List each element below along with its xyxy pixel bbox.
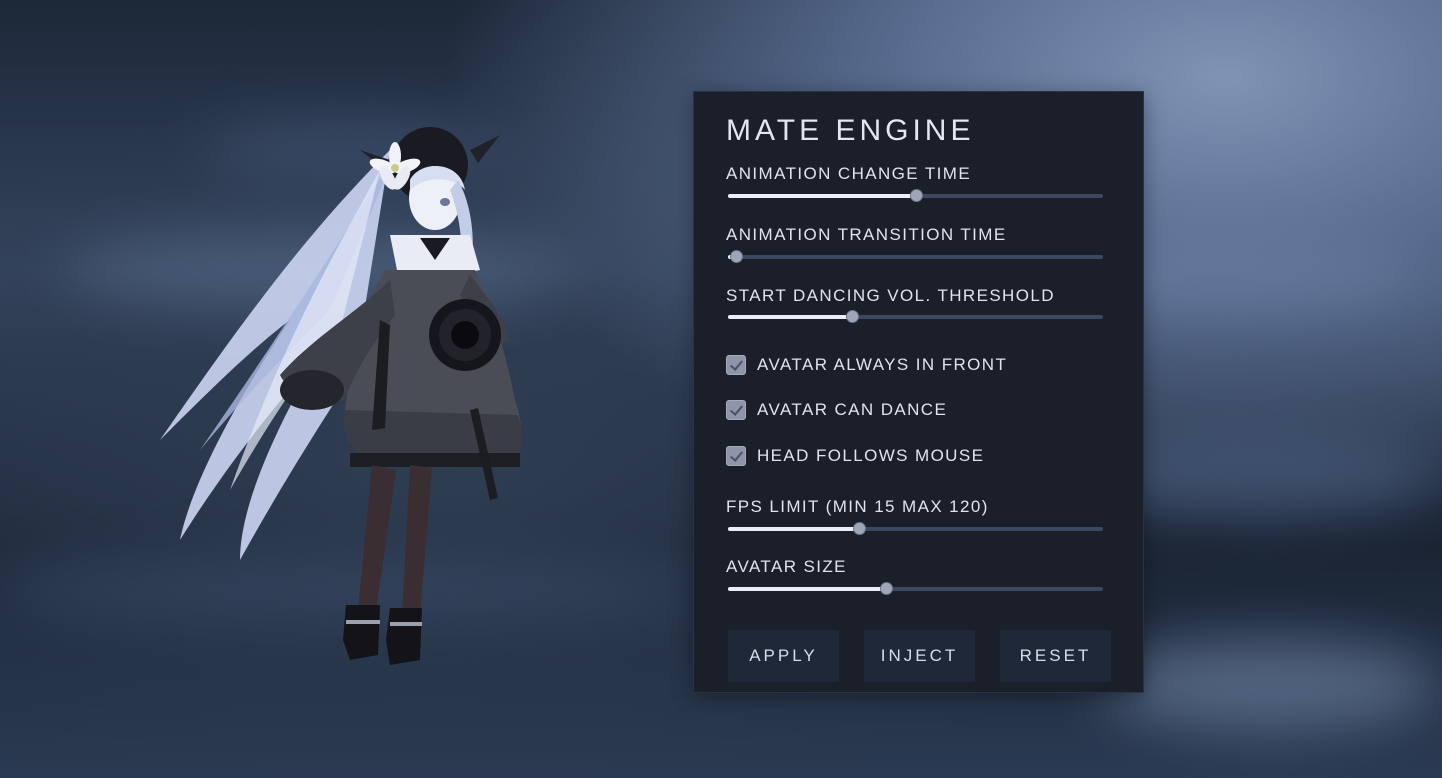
start-dancing-threshold-slider[interactable] (728, 310, 1103, 324)
animation-transition-time-label: ANIMATION TRANSITION TIME (726, 225, 1007, 244)
avatar-always-in-front-checkbox[interactable] (726, 355, 746, 375)
avatar-can-dance-checkbox[interactable] (726, 400, 746, 420)
avatar-size-label: AVATAR SIZE (726, 557, 847, 576)
avatar-can-dance-label: AVATAR CAN DANCE (757, 400, 948, 419)
slider-fill (728, 587, 886, 591)
slider-track (728, 255, 1103, 259)
avatar-can-dance-checkbox-row[interactable]: AVATAR CAN DANCE (726, 399, 947, 421)
head-follows-mouse-checkbox-row[interactable]: HEAD FOLLOWS MOUSE (726, 445, 984, 467)
inject-button[interactable]: INJECT (864, 630, 975, 682)
settings-panel: MATE ENGINE ANIMATION CHANGE TIME ANIMAT… (693, 91, 1144, 693)
avatar-character[interactable] (140, 110, 540, 670)
slider-thumb[interactable] (879, 582, 893, 595)
slider-thumb[interactable] (909, 189, 923, 202)
animation-change-time-label: ANIMATION CHANGE TIME (726, 164, 972, 183)
start-dancing-threshold-label: START DANCING VOL. THRESHOLD (726, 286, 1055, 305)
checkmark-icon (729, 402, 744, 416)
checkmark-icon (729, 448, 744, 462)
apply-button[interactable]: APPLY (728, 630, 839, 682)
panel-title: MATE ENGINE (726, 114, 975, 147)
slider-thumb[interactable] (853, 522, 867, 535)
fps-limit-label: FPS LIMIT (MIN 15 MAX 120) (726, 497, 989, 516)
head-follows-mouse-label: HEAD FOLLOWS MOUSE (757, 446, 985, 465)
checkmark-icon (729, 357, 744, 371)
reset-button[interactable]: RESET (1000, 630, 1111, 682)
slider-thumb[interactable] (729, 250, 743, 263)
avatar-always-in-front-label: AVATAR ALWAYS IN FRONT (757, 355, 1008, 374)
fps-limit-slider[interactable] (728, 522, 1103, 536)
animation-transition-time-slider[interactable] (728, 250, 1103, 264)
head-follows-mouse-checkbox[interactable] (726, 446, 746, 466)
slider-fill (728, 527, 860, 531)
avatar-always-in-front-checkbox-row[interactable]: AVATAR ALWAYS IN FRONT (726, 354, 1007, 376)
slider-thumb[interactable] (845, 310, 859, 323)
animation-change-time-slider[interactable] (728, 189, 1103, 203)
slider-fill (728, 315, 852, 319)
avatar-size-slider[interactable] (728, 582, 1103, 596)
slider-fill (728, 194, 916, 198)
